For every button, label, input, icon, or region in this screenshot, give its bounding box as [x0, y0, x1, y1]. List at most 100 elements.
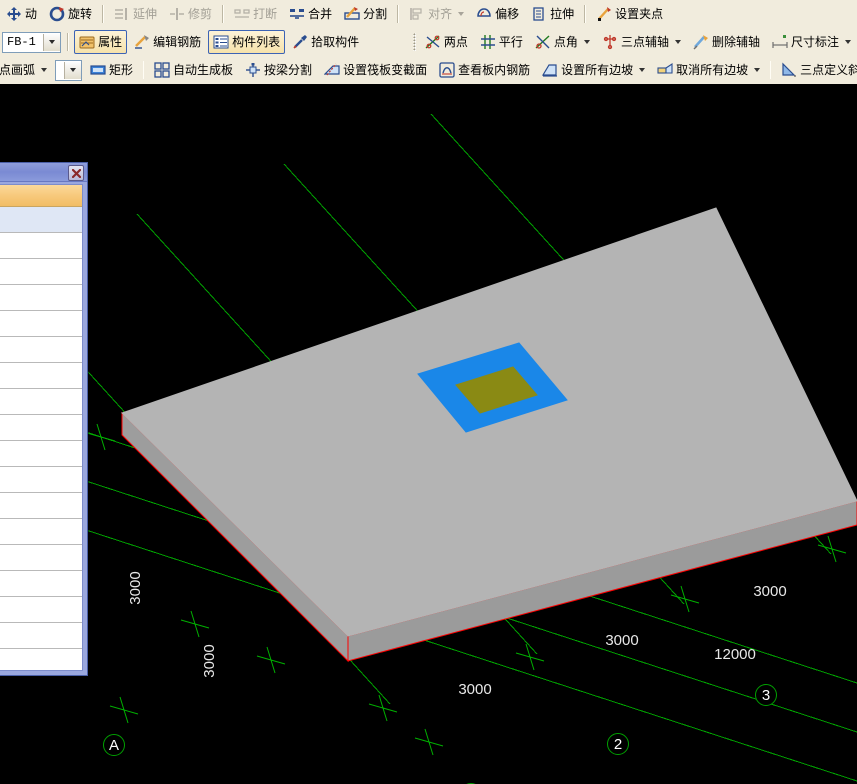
- extend-icon: [114, 6, 130, 22]
- slab-style-select-dropdown-button[interactable]: [64, 61, 82, 79]
- toolbar-button-set-slope[interactable]: 设置所有边坡: [537, 58, 650, 82]
- property-grid[interactable]: [0, 184, 83, 671]
- toolbar-drag-handle[interactable]: [412, 33, 416, 51]
- table-row[interactable]: [0, 441, 82, 467]
- toolbar-button-cancel-slope[interactable]: 取消所有边坡: [652, 58, 765, 82]
- toolbar-button-stretch[interactable]: 拉伸: [526, 2, 579, 26]
- dimension-text: 3000: [201, 644, 218, 677]
- toolbar-button-point-angle[interactable]: 点角: [530, 30, 595, 54]
- toolbar-button-raft-section[interactable]: 设置筏板变截面: [319, 58, 432, 82]
- dimension-text: 3000: [605, 632, 638, 649]
- toolbar-raft-slab: 点画弧 矩形 自动生成板 按梁分割 设置筏板变截面 查看板内钢筋 设置所有边坡 取消所有边坡 三…: [0, 56, 857, 85]
- table-row[interactable]: [0, 571, 82, 597]
- toolbar-button-label: 尺寸标注: [790, 35, 839, 49]
- toolbar-button-break: 打断: [229, 2, 282, 26]
- properties-icon: [79, 34, 95, 50]
- raft-slab-solid[interactable]: [121, 207, 857, 663]
- toolbar-button-three-point-axis[interactable]: 三点辅轴: [597, 30, 686, 54]
- toolbar-button-move[interactable]: 动: [1, 2, 42, 26]
- table-row[interactable]: [0, 545, 82, 571]
- toolbar-button-label: 编辑钢筋: [153, 35, 202, 49]
- toolbar-button-arc-by-point[interactable]: 点画弧: [0, 58, 52, 82]
- table-row[interactable]: [0, 389, 82, 415]
- set-grip-icon: [596, 6, 612, 22]
- property-panel-titlebar[interactable]: [0, 163, 87, 182]
- table-row[interactable]: [0, 415, 82, 441]
- table-row[interactable]: [0, 259, 82, 285]
- toolbar-button-pick-component[interactable]: 拾取构件: [287, 30, 364, 54]
- table-row[interactable]: [0, 623, 82, 649]
- property-panel[interactable]: [0, 162, 88, 676]
- trim-icon: [169, 6, 185, 22]
- toolbar-button-split-by-beam[interactable]: 按梁分割: [240, 58, 317, 82]
- component-select-dropdown-button[interactable]: [43, 33, 61, 51]
- toolbar-button-label: 打断: [253, 7, 278, 21]
- toolbar-button-view-rebar[interactable]: 查看板内钢筋: [434, 58, 535, 82]
- table-row[interactable]: [0, 233, 82, 259]
- close-icon[interactable]: [68, 165, 84, 181]
- component-select[interactable]: FB-1: [2, 31, 62, 53]
- toolbar-button-two-point[interactable]: 两点: [420, 30, 473, 54]
- table-row[interactable]: [0, 493, 82, 519]
- axis-bubbles[interactable]: A 1 2 3: [103, 684, 777, 784]
- parallel-icon: [480, 34, 496, 50]
- align-icon: [409, 6, 425, 22]
- chevron-down-icon[interactable]: [41, 68, 48, 72]
- table-row[interactable]: [0, 363, 82, 389]
- toolbar-button-label: 拾取构件: [311, 35, 360, 49]
- toolbar-button-label: 延伸: [133, 7, 158, 21]
- chevron-down-icon[interactable]: [674, 40, 681, 44]
- table-row[interactable]: [0, 311, 82, 337]
- toolbar-button-rectangle[interactable]: 矩形: [85, 58, 138, 82]
- toolbar-separator: [222, 5, 225, 23]
- rectangle-icon: [90, 62, 106, 78]
- toolbar-button-label: 设置筏板变截面: [343, 63, 428, 77]
- toolbar-button-label: 修剪: [188, 7, 213, 21]
- table-row[interactable]: [0, 207, 82, 233]
- table-row[interactable]: [0, 519, 82, 545]
- toolbar-button-three-point-raft[interactable]: 三点定义斜筏: [776, 58, 857, 82]
- viewport-canvas[interactable]: 3000 3000 3000 3000 3000 12000 A 1: [0, 84, 857, 784]
- toolbar-button-label: 平行: [498, 35, 523, 49]
- axis-bubble-label: 2: [614, 736, 622, 753]
- chevron-down-icon[interactable]: [844, 40, 851, 44]
- application-window: 动 旋转 延伸 修剪 打断 合并 分割 对齐 偏移 拉伸 设置夹点 FB-1 属性 编辑钢筋 构件列表 拾取…: [0, 0, 857, 784]
- toolbar-button-edit-rebar[interactable]: 编辑钢筋: [129, 30, 206, 54]
- table-row[interactable]: [0, 337, 82, 363]
- toolbar-button-label: 点画弧: [0, 63, 36, 77]
- chevron-down-icon[interactable]: [583, 40, 590, 44]
- component-select-value: FB-1: [7, 35, 36, 49]
- toolbar-button-delete-axis[interactable]: 删除辅轴: [688, 30, 765, 54]
- toolbar-button-trim: 修剪: [164, 2, 217, 26]
- table-row[interactable]: [0, 285, 82, 311]
- toolbar-button-split[interactable]: 分割: [339, 2, 392, 26]
- toolbar-button-rotate[interactable]: 旋转: [44, 2, 97, 26]
- toolbar-button-label: 动: [25, 7, 38, 21]
- view-rebar-icon: [439, 62, 455, 78]
- model-viewport-3d[interactable]: 3000 3000 3000 3000 3000 12000 A 1: [0, 84, 857, 784]
- toolbar-button-component-list[interactable]: 构件列表: [208, 30, 286, 54]
- toolbar-button-auto-slab[interactable]: 自动生成板: [149, 58, 238, 82]
- axis-bubble-a[interactable]: A: [103, 734, 125, 756]
- toolbar-button-label: 设置所有边坡: [561, 63, 634, 77]
- table-row[interactable]: [0, 597, 82, 623]
- toolbar-button-offset[interactable]: 偏移: [471, 2, 524, 26]
- toolbar-button-properties[interactable]: 属性: [74, 30, 128, 54]
- toolbar-button-dimension[interactable]: 尺寸标注: [767, 30, 856, 54]
- table-row[interactable]: [0, 467, 82, 493]
- toolbar-separator: [397, 5, 400, 23]
- toolbar-button-parallel[interactable]: 平行: [475, 30, 528, 54]
- break-icon: [234, 6, 250, 22]
- axis-bubble-2[interactable]: 2: [607, 733, 629, 755]
- chevron-down-icon[interactable]: [639, 68, 646, 72]
- toolbar-button-align: 对齐: [404, 2, 469, 26]
- property-grid-header: [0, 185, 82, 207]
- slab-style-select[interactable]: [55, 59, 83, 81]
- chevron-down-icon[interactable]: [754, 68, 761, 72]
- toolbar-component: FB-1 属性 编辑钢筋 构件列表 拾取构件 两点 平行 点角 三点辅轴 删除辅轴 尺寸标注: [0, 28, 857, 57]
- toolbar-button-label: 三点辅轴: [620, 35, 669, 49]
- toolbar-button-merge[interactable]: 合并: [284, 2, 337, 26]
- table-row[interactable]: [0, 649, 82, 670]
- axis-bubble-3[interactable]: 3: [755, 684, 777, 706]
- toolbar-button-set-grip[interactable]: 设置夹点: [591, 2, 668, 26]
